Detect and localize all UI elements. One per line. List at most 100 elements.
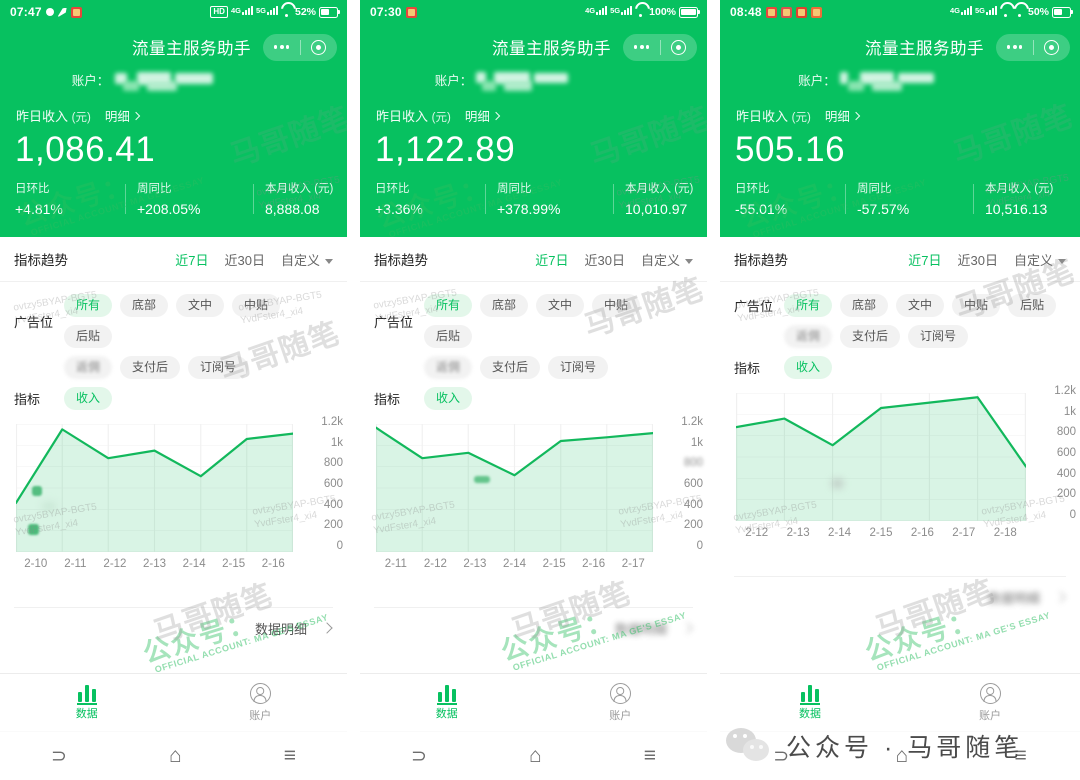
- chip-ad-subscription[interactable]: 订阅号: [908, 325, 969, 348]
- chip-metric-income[interactable]: 收入: [784, 356, 833, 379]
- chip-ad-bottom[interactable]: 底部: [480, 294, 529, 317]
- target-circle-icon[interactable]: [1044, 39, 1060, 55]
- segment-30d[interactable]: 近30日: [585, 250, 625, 269]
- chip-ad-mid[interactable]: 中贴: [232, 294, 281, 317]
- data-detail-link[interactable]: 数据明细: [720, 577, 1080, 617]
- stat-label: 日环比: [735, 183, 770, 195]
- chip-ad-subscription[interactable]: 订阅号: [188, 356, 249, 379]
- back-icon[interactable]: ⊃: [411, 745, 427, 768]
- stats-row: 日环比 -55.01% 周同比 -57.57% 本月收入 (元) 10,516.…: [720, 181, 1080, 219]
- segment-custom[interactable]: 自定义: [641, 250, 693, 269]
- stat-label: 日环比: [15, 183, 50, 195]
- person-circle-icon: [979, 683, 1001, 704]
- signal-4g-icon: 4G: [231, 6, 253, 18]
- stat-label: 本月收入 (元): [265, 183, 334, 195]
- chip-ad-rebate[interactable]: 返佣: [784, 325, 833, 348]
- income-label: 昨日收入 (元): [736, 109, 811, 124]
- tab-data[interactable]: 数据: [0, 685, 174, 721]
- chip-ad-bottom[interactable]: 底部: [840, 294, 889, 317]
- battery-percent: 100%: [649, 6, 676, 18]
- income-label: 昨日收入 (元): [376, 109, 451, 124]
- more-dots-icon[interactable]: [1006, 44, 1023, 50]
- stat-value: +378.99%: [497, 201, 561, 217]
- detail-link[interactable]: 明细: [465, 106, 501, 125]
- tab-label: 账户: [249, 710, 272, 722]
- chip-ad-rebate[interactable]: 返佣: [64, 356, 113, 379]
- home-icon[interactable]: ⌂: [529, 744, 542, 768]
- segment-7d[interactable]: 近7日: [908, 250, 941, 269]
- stat-label: 本月收入 (元): [625, 183, 694, 195]
- mini-program-capsule[interactable]: [996, 33, 1070, 61]
- filter-section: 广告位 所有 底部 文中 中贴 后贴 返佣 支付后 订阅号 指标 收入: [360, 282, 707, 410]
- data-detail-link[interactable]: 数据明细: [0, 608, 347, 648]
- segment-7d[interactable]: 近7日: [175, 250, 208, 269]
- chip-ad-post[interactable]: 后贴: [1008, 294, 1057, 317]
- phone-panel-1: 07:47 HD 4G 5G 52% 流量主服务助手 账户： 昨日收入 (元) …: [0, 0, 347, 780]
- more-dots-icon[interactable]: [633, 44, 650, 50]
- target-circle-icon[interactable]: [671, 39, 687, 55]
- chip-ad-afterpay[interactable]: 支付后: [120, 356, 181, 379]
- bar-chart-icon: [76, 685, 97, 705]
- red-badge-icon: [405, 6, 417, 18]
- trend-title: 指标趋势: [14, 253, 68, 268]
- chip-ad-post[interactable]: 后贴: [64, 325, 113, 348]
- title-row: 流量主服务助手: [720, 24, 1080, 70]
- segment-30d[interactable]: 近30日: [225, 250, 265, 269]
- segment-30d[interactable]: 近30日: [958, 250, 998, 269]
- more-dots-icon[interactable]: [273, 44, 290, 50]
- tab-account[interactable]: 账户: [900, 683, 1080, 723]
- menu-icon[interactable]: ≡: [284, 744, 296, 768]
- detail-link[interactable]: 明细: [825, 106, 861, 125]
- chip-ad-rebate[interactable]: 返佣: [424, 356, 473, 379]
- chip-ad-mid[interactable]: 中贴: [952, 294, 1001, 317]
- chip-ad-mid[interactable]: 中贴: [592, 294, 641, 317]
- chip-ad-intext[interactable]: 文中: [536, 294, 585, 317]
- detail-link[interactable]: 明细: [105, 106, 141, 125]
- tab-data[interactable]: 数据: [360, 685, 534, 721]
- chip-ad-all[interactable]: 所有: [784, 294, 833, 317]
- segment-custom[interactable]: 自定义: [1014, 250, 1066, 269]
- chip-ad-intext[interactable]: 文中: [896, 294, 945, 317]
- chip-metric-income[interactable]: 收入: [64, 387, 113, 410]
- metric-label: 指标: [14, 392, 41, 407]
- stat-month: 本月收入 (元) 10,516.13: [973, 181, 1063, 219]
- chip-ad-post[interactable]: 后贴: [424, 325, 473, 348]
- wechat-overlay: 公众号 · 马哥随笔: [726, 728, 1023, 764]
- home-icon[interactable]: ⌂: [169, 744, 182, 768]
- filter-section: 广告位 所有 底部 文中 中贴 后贴 返佣 支付后 订阅号 指标 收入: [0, 282, 347, 410]
- chip-ad-subscription[interactable]: 订阅号: [548, 356, 609, 379]
- stat-value: 10,516.13: [985, 201, 1048, 217]
- chip-metric-income[interactable]: 收入: [424, 387, 473, 410]
- chevron-right-icon: [491, 111, 501, 120]
- chip-ad-afterpay[interactable]: 支付后: [840, 325, 901, 348]
- stat-dod: 日环比 +3.36%: [375, 181, 485, 219]
- tab-data[interactable]: 数据: [720, 685, 900, 721]
- segment-7d[interactable]: 近7日: [535, 250, 568, 269]
- chip-ad-bottom[interactable]: 底部: [120, 294, 169, 317]
- data-detail-link[interactable]: 数据明细: [360, 608, 707, 648]
- dot-icon: [45, 8, 54, 16]
- stat-wow: 周同比 +378.99%: [485, 181, 613, 219]
- chip-ad-afterpay[interactable]: 支付后: [480, 356, 541, 379]
- mini-program-capsule[interactable]: [263, 33, 337, 61]
- mini-program-capsule[interactable]: [623, 33, 697, 61]
- app-body: 指标趋势 近7日 近30日 自定义 广告位 所有 底部 文中 中贴 后贴 返佣 …: [0, 237, 347, 704]
- page-title: 流量主服务助手: [132, 40, 251, 58]
- menu-icon[interactable]: ≡: [644, 744, 656, 768]
- back-icon[interactable]: ⊃: [51, 745, 67, 768]
- chip-ad-all[interactable]: 所有: [64, 294, 113, 317]
- battery-percent: 52%: [294, 6, 316, 18]
- segment-custom[interactable]: 自定义: [281, 250, 333, 269]
- chip-ad-intext[interactable]: 文中: [176, 294, 225, 317]
- metric-row: 指标 收入: [374, 387, 693, 410]
- ad-slot-row-2: 返佣 支付后 订阅号: [734, 325, 1066, 348]
- trend-title: 指标趋势: [374, 253, 428, 268]
- stat-dod: 日环比 +4.81%: [15, 181, 125, 219]
- feather-icon: [57, 7, 67, 17]
- target-circle-icon[interactable]: [311, 39, 327, 55]
- chip-ad-all[interactable]: 所有: [424, 294, 473, 317]
- tab-account[interactable]: 账户: [174, 683, 348, 723]
- stat-value: -57.57%: [857, 201, 910, 217]
- ad-slot-row-2: 返佣 支付后 订阅号: [374, 356, 693, 379]
- tab-account[interactable]: 账户: [534, 683, 708, 723]
